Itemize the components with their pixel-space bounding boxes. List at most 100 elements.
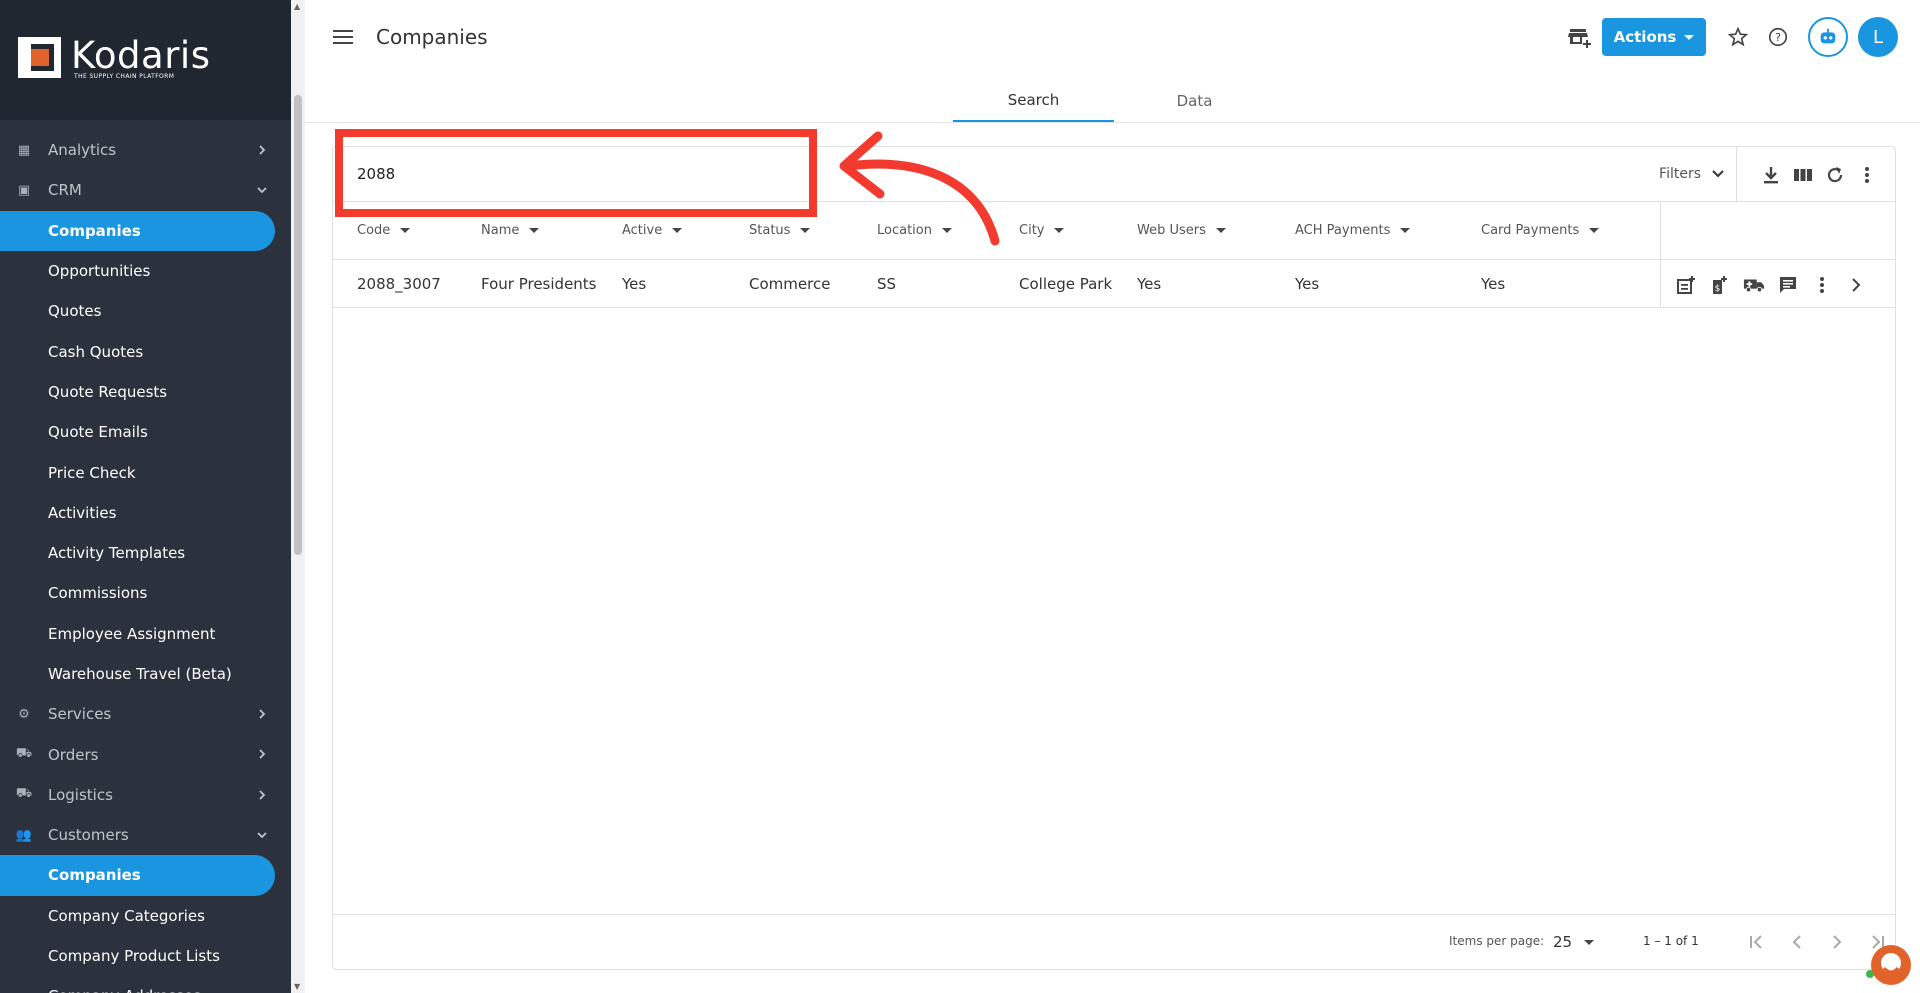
column-label: Card Payments — [1481, 223, 1580, 238]
hamburger-menu-icon[interactable] — [333, 28, 355, 46]
sidebar-item-customers[interactable]: 👥 Customers — [0, 815, 291, 855]
cell-city: College Park — [1019, 275, 1113, 293]
gears-icon: ⚙ — [18, 706, 30, 722]
sidebar-item-label: Quote Emails — [48, 423, 148, 442]
filters-dropdown[interactable]: Filters — [1659, 166, 1725, 182]
chevron-down-icon — [1712, 170, 1724, 178]
add-invoice-icon[interactable]: $ — [1709, 274, 1731, 296]
scroll-up-icon[interactable]: ▲ — [294, 2, 300, 11]
search-card: Filters Code Name Active Status Location… — [332, 146, 1896, 970]
row-more-vert-icon[interactable] — [1811, 274, 1833, 296]
sort-arrow-icon — [1054, 228, 1065, 233]
column-header-code[interactable]: Code — [357, 223, 411, 238]
columns-icon[interactable] — [1793, 165, 1813, 185]
column-header-web-users[interactable]: Web Users — [1137, 223, 1226, 238]
add-store-icon[interactable] — [1566, 23, 1594, 51]
sidebar-item-cash-quotes[interactable]: Cash Quotes — [0, 331, 291, 371]
sidebar-item-services[interactable]: ⚙ Services — [0, 694, 291, 734]
chat-support-icon[interactable] — [1862, 940, 1912, 990]
cell-code: 2088_3007 — [357, 275, 441, 293]
sidebar-item-quotes[interactable]: Quotes — [0, 291, 291, 331]
column-header-active[interactable]: Active — [622, 223, 683, 238]
sidebar-item-label: CRM — [48, 181, 82, 200]
chart-icon: ▦ — [17, 142, 31, 158]
chevron-right-icon — [259, 709, 266, 719]
column-header-ach-payments[interactable]: ACH Payments — [1295, 223, 1411, 238]
cell-active: Yes — [622, 275, 647, 293]
sidebar-item-commissions[interactable]: Commissions — [0, 573, 291, 613]
sidebar-item-label: Companies — [48, 221, 141, 240]
sidebar-item-employee-assignment[interactable]: Employee Assignment — [0, 614, 291, 654]
sidebar-item-logistics[interactable]: ⛟ Logistics — [0, 775, 291, 815]
sidebar-item-quote-requests[interactable]: Quote Requests — [0, 372, 291, 412]
sidebar-item-activities[interactable]: Activities — [0, 493, 291, 533]
delivery-icon: ⛟ — [15, 786, 33, 802]
column-header-card-payments[interactable]: Card Payments — [1481, 223, 1600, 238]
help-icon[interactable]: ? — [1764, 23, 1792, 51]
cell-status: Commerce — [749, 275, 831, 293]
sidebar-item-label: Employee Assignment — [48, 624, 216, 643]
scroll-down-icon[interactable]: ▼ — [294, 982, 300, 991]
first-page-icon[interactable] — [1745, 930, 1769, 954]
chevron-right-icon — [259, 145, 266, 155]
sidebar-item-company-product-lists[interactable]: Company Product Lists — [0, 936, 291, 976]
sidebar-item-company-categories[interactable]: Company Categories — [0, 896, 291, 936]
items-per-page-select[interactable]: 25 — [1553, 933, 1595, 951]
comment-icon[interactable] — [1777, 274, 1799, 296]
scrollbar-thumb[interactable] — [294, 95, 302, 555]
download-icon[interactable] — [1761, 165, 1781, 185]
sort-arrow-icon — [672, 228, 683, 233]
sidebar-item-quote-emails[interactable]: Quote Emails — [0, 412, 291, 452]
sidebar-item-crm[interactable]: ▣ CRM — [0, 170, 291, 210]
sidebar: Kodaris THE SUPPLY CHAIN PLATFORM ▦ Analy… — [0, 0, 291, 993]
sidebar-scrollbar[interactable]: ▲ ▼ — [291, 0, 305, 993]
sidebar-item-opportunities[interactable]: Opportunities — [0, 251, 291, 291]
sidebar-item-companies[interactable]: Companies — [0, 855, 275, 896]
sidebar-item-companies[interactable]: Companies — [0, 210, 275, 251]
svg-text:?: ? — [1775, 31, 1781, 44]
delivery-truck-icon[interactable] — [1743, 274, 1765, 296]
refresh-icon[interactable] — [1825, 165, 1845, 185]
column-header-city[interactable]: City — [1019, 223, 1065, 238]
sidebar-item-label: Analytics — [48, 141, 117, 160]
actions-button[interactable]: Actions — [1602, 18, 1706, 56]
column-label: Code — [357, 223, 391, 238]
sidebar-item-warehouse-travel-beta[interactable]: Warehouse Travel (Beta) — [0, 654, 291, 694]
tab-data[interactable]: Data — [1114, 80, 1275, 122]
sidebar-item-label: Orders — [48, 745, 99, 764]
sidebar-item-analytics[interactable]: ▦ Analytics — [0, 130, 291, 170]
next-page-icon[interactable] — [1825, 930, 1849, 954]
cell-name: Four Presidents — [481, 275, 597, 293]
chevron-right-icon — [259, 749, 266, 760]
chevron-right-icon[interactable] — [1845, 274, 1867, 296]
more-vert-icon[interactable] — [1857, 165, 1877, 185]
column-header-status[interactable]: Status — [749, 223, 811, 238]
sidebar-item-orders[interactable]: ⛟ Orders — [0, 734, 291, 774]
caret-down-icon — [1684, 34, 1695, 40]
sidebar-item-label: Cash Quotes — [48, 342, 144, 361]
filters-label: Filters — [1659, 166, 1701, 182]
sidebar-item-label: Opportunities — [48, 262, 151, 281]
favorite-star-icon[interactable] — [1724, 23, 1752, 51]
previous-page-icon[interactable] — [1785, 930, 1809, 954]
cell-card-payments: Yes — [1481, 275, 1506, 293]
user-avatar[interactable]: L — [1858, 17, 1898, 57]
page-title: Companies — [376, 25, 488, 49]
column-label: ACH Payments — [1295, 223, 1391, 238]
tab-search[interactable]: Search — [953, 80, 1114, 122]
add-note-icon[interactable] — [1675, 274, 1697, 296]
logo[interactable]: Kodaris THE SUPPLY CHAIN PLATFORM — [0, 0, 291, 120]
toolbar-divider — [1736, 147, 1737, 202]
assistant-bot-icon[interactable] — [1808, 17, 1848, 57]
sidebar-item-label: Services — [48, 705, 112, 724]
chevron-down-icon — [257, 832, 267, 839]
sidebar-item-company-addresses[interactable]: Company Addresses — [0, 976, 291, 993]
items-per-page-label: Items per page: — [1449, 934, 1545, 948]
sidebar-item-label: Activities — [48, 503, 117, 522]
sidebar-item-label: Price Check — [48, 463, 136, 482]
sidebar-item-activity-templates[interactable]: Activity Templates — [0, 533, 291, 573]
table-row[interactable]: 2088_3007 Four Presidents Yes Commerce S… — [333, 260, 1895, 308]
truck-icon: ⛟ — [15, 746, 33, 762]
column-header-name[interactable]: Name — [481, 223, 540, 238]
sidebar-item-price-check[interactable]: Price Check — [0, 452, 291, 492]
